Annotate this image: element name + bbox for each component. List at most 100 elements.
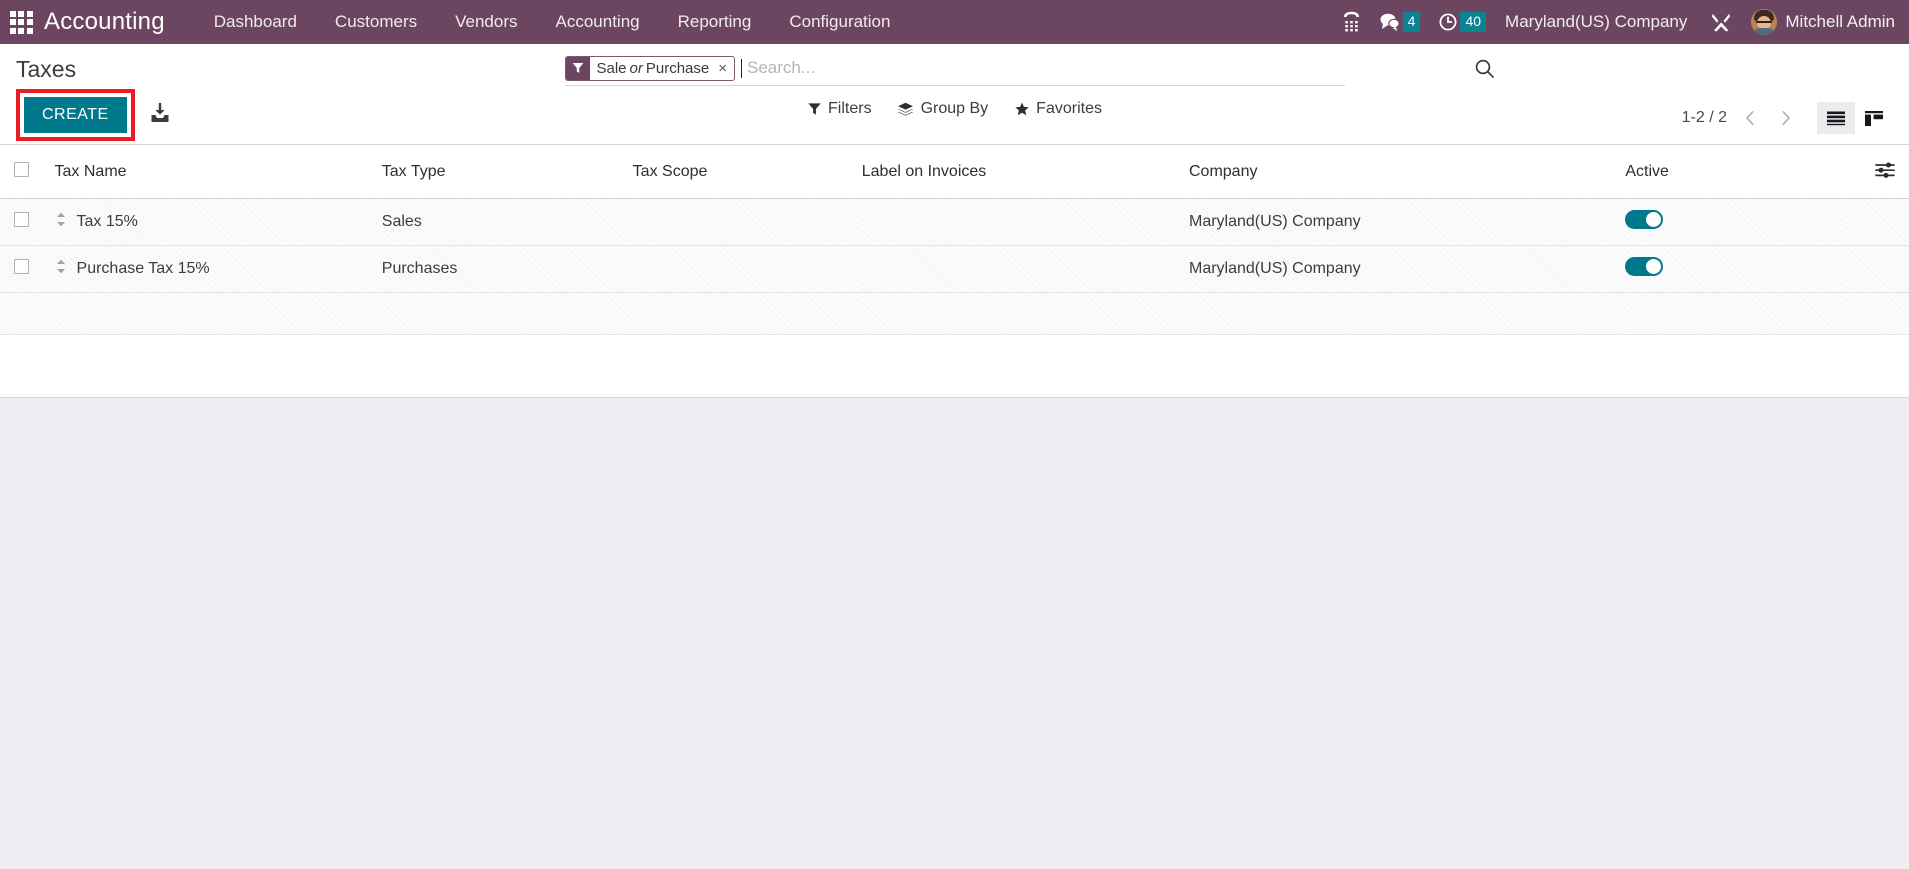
cell-active [1625, 198, 1844, 246]
tax-name-value: Purchase Tax 15% [76, 260, 210, 277]
facet-remove-icon[interactable]: × [716, 57, 734, 80]
search-facet-sale-or-purchase[interactable]: Sale or Purchase × [564, 55, 736, 81]
menu-item-configuration[interactable]: Configuration [770, 0, 909, 44]
menu-item-accounting[interactable]: Accounting [537, 0, 659, 44]
cell-row-options [1843, 198, 1909, 246]
search-facet-label: Sale or Purchase [590, 57, 717, 80]
taxes-table: Tax Name Tax Type Tax Scope Label on Inv… [0, 145, 1909, 335]
table-header: Tax Name Tax Type Tax Scope Label on Inv… [0, 145, 1909, 199]
sheet-bottom-border [0, 397, 1909, 398]
create-button-highlight: CREATE [16, 89, 135, 141]
clock-icon [1439, 13, 1457, 31]
column-header-tax-name[interactable]: Tax Name [54, 145, 382, 199]
developer-tools-button[interactable] [1701, 0, 1741, 44]
kanban-view-button[interactable] [1855, 102, 1893, 134]
cell-row-options [1843, 245, 1909, 293]
row-checkbox[interactable] [14, 259, 29, 274]
voip-phone-button[interactable] [1333, 0, 1370, 44]
view-switcher [1817, 102, 1893, 134]
list-view: Tax Name Tax Type Tax Scope Label on Inv… [0, 145, 1909, 398]
cell-active [1625, 245, 1844, 293]
favorites-label: Favorites [1036, 100, 1102, 117]
import-download-icon[interactable] [149, 102, 171, 129]
page-title: Taxes [16, 56, 77, 82]
text-caret [741, 58, 743, 78]
column-header-tax-type[interactable]: Tax Type [381, 145, 633, 199]
menu-item-reporting[interactable]: Reporting [659, 0, 771, 44]
active-toggle[interactable] [1625, 210, 1664, 229]
column-header-active[interactable]: Active [1625, 145, 1844, 199]
select-all-header [0, 145, 55, 199]
table-header-row: Tax Name Tax Type Tax Scope Label on Inv… [0, 145, 1909, 199]
wrench-tools-icon [1712, 14, 1731, 32]
apps-menu-button[interactable] [0, 0, 42, 44]
company-switcher[interactable]: Maryland(US) Company [1495, 12, 1701, 32]
search-input[interactable]: Search... [741, 58, 1344, 78]
menu-item-vendors[interactable]: Vendors [436, 0, 536, 44]
search-line: Sale or Purchase × Search... [564, 54, 1494, 86]
menu-item-customers[interactable]: Customers [316, 0, 436, 44]
cell-company: Maryland(US) Company [1189, 198, 1626, 246]
cell-tax-scope [632, 198, 862, 246]
cell-tax-type: Purchases [381, 245, 633, 293]
phone-dialpad-icon [1343, 11, 1359, 32]
search-dropdown-buttons: Filters Group By Favorites [807, 100, 1102, 118]
favorites-dropdown[interactable]: Favorites [1014, 100, 1102, 118]
activities-count-badge: 40 [1460, 12, 1487, 32]
kanban-view-icon [1865, 110, 1883, 126]
list-footer [0, 335, 1909, 397]
cell-tax-type: Sales [381, 198, 633, 246]
main-menu: Dashboard Customers Vendors Accounting R… [195, 0, 910, 44]
facet-part-2: Purchase [645, 59, 710, 77]
select-all-checkbox[interactable] [14, 162, 29, 177]
messages-count-badge: 4 [1402, 12, 1421, 32]
tax-name-value: Tax 15% [76, 213, 138, 230]
column-header-label-on-invoices[interactable]: Label on Invoices [861, 145, 1189, 199]
messages-button[interactable]: 4 [1370, 0, 1430, 44]
search-magnifier-icon[interactable] [1474, 58, 1495, 84]
filters-label: Filters [828, 100, 872, 117]
group-by-dropdown[interactable]: Group By [898, 100, 989, 118]
funnel-icon [807, 103, 821, 115]
group-by-label: Group By [920, 100, 989, 117]
user-menu[interactable]: Mitchell Admin [1785, 12, 1895, 32]
pager-previous-button[interactable] [1737, 104, 1763, 132]
cell-company: Maryland(US) Company [1189, 245, 1626, 293]
app-brand-accounting[interactable]: Accounting [42, 8, 169, 36]
table-row[interactable]: Purchase Tax 15% Purchases Maryland(US) … [0, 245, 1909, 293]
column-header-company[interactable]: Company [1189, 145, 1626, 199]
control-panel: Taxes Sale or Purchase × Search... CREAT… [0, 44, 1909, 145]
pager-next-button[interactable] [1773, 104, 1799, 132]
activities-button[interactable]: 40 [1429, 0, 1495, 44]
row-checkbox[interactable] [14, 212, 29, 227]
row-select-cell [0, 198, 55, 246]
filters-dropdown[interactable]: Filters [807, 100, 872, 118]
column-header-tax-scope[interactable]: Tax Scope [632, 145, 862, 199]
searchview: Sale or Purchase × Search... [564, 54, 1494, 86]
table-row[interactable]: Tax 15% Sales Maryland(US) Company [0, 198, 1909, 246]
list-view-icon [1827, 111, 1845, 126]
pager-value: 1-2 / 2 [1681, 109, 1727, 126]
create-area: CREATE [16, 89, 171, 141]
optional-columns-toggle[interactable] [1843, 145, 1909, 199]
list-view-button[interactable] [1817, 102, 1855, 134]
cell-tax-scope [632, 245, 862, 293]
search-placeholder: Search... [747, 58, 816, 77]
cell-tax-name: Tax 15% [54, 198, 382, 246]
pager-and-views: 1-2 / 2 [1682, 102, 1893, 134]
avatar[interactable] [1751, 9, 1778, 35]
active-toggle[interactable] [1625, 257, 1664, 276]
row-select-cell [0, 245, 55, 293]
facet-joiner: or [629, 59, 643, 77]
drag-handle-icon[interactable] [55, 259, 67, 279]
menu-item-dashboard[interactable]: Dashboard [195, 0, 316, 44]
top-navbar: Accounting Dashboard Customers Vendors A… [0, 0, 1909, 44]
chat-bubble-icon [1380, 13, 1400, 31]
create-button[interactable]: CREATE [24, 97, 127, 133]
filter-funnel-icon [565, 56, 590, 80]
drag-handle-icon[interactable] [55, 212, 67, 232]
cell-label-on-invoices [861, 245, 1189, 293]
layers-icon [898, 102, 913, 116]
navbar-systray: 4 40 Maryland(US) Company Mitchell Admin [1333, 0, 1909, 44]
cell-tax-name: Purchase Tax 15% [54, 245, 382, 293]
